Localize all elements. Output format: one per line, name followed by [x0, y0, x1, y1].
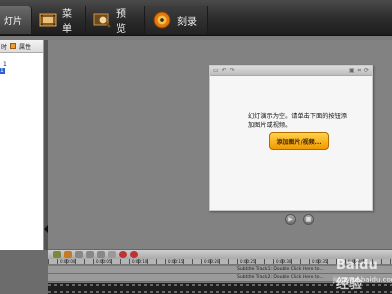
ruler-label: 0:00:15 [168, 259, 184, 264]
tab-burn[interactable]: 刻录 [146, 6, 208, 34]
film-menu-icon [39, 11, 57, 29]
time-column-label: 时 [1, 43, 8, 51]
add-media-button[interactable]: 添加图片/视频... [269, 132, 329, 150]
fit-icon[interactable] [108, 251, 116, 258]
play-button[interactable]: ▶ [285, 214, 296, 225]
ruler-label: 0:00:00 [60, 259, 76, 264]
baidu-logo: Baidu 经验 [336, 258, 378, 292]
baidu-watermark: Baidu 经验 jingyan.baidu.com [328, 258, 392, 294]
ruler-label: 0:00:35 [312, 259, 328, 264]
subtitle-track-2-label: Subtitle Track2: Double Click Here to... [237, 275, 324, 280]
zoom-out-icon[interactable] [130, 251, 138, 258]
stop-icon: ■ [305, 216, 312, 223]
image-icon[interactable]: ▣ [349, 67, 355, 75]
property-column-label: 属性 [19, 43, 32, 51]
ruler-label: 0:00:05 [96, 259, 112, 264]
left-panel: 时 属性 1 1 [0, 40, 44, 250]
slide-tree: 1 1 [0, 53, 43, 74]
tree-item-selected[interactable]: 1 [0, 68, 5, 74]
tab-preview-label: 预览 [116, 9, 126, 35]
stop-button[interactable]: ■ [303, 214, 314, 225]
edit-icon[interactable] [86, 251, 94, 258]
empty-slideshow-message: 幻灯演示为空。请单击下面的按钮添加图片或视频。 [248, 113, 347, 129]
frame-icon[interactable]: ▭ [213, 67, 219, 74]
transition-icon[interactable] [64, 251, 72, 258]
crop-icon[interactable]: ⌗ [358, 67, 361, 75]
zoom-in-icon[interactable] [119, 251, 127, 258]
disc-burn-icon [152, 11, 172, 29]
preview-titlebar: ▭ ↶ ↷ ▣ ⌗ ⟳ [210, 66, 372, 76]
cut-icon[interactable] [75, 251, 83, 258]
subtitle-track-1-label: Subtitle Track1: Double Click Here to... [237, 267, 324, 272]
tab-preview[interactable]: 预览 [87, 6, 145, 35]
rotate-icon[interactable]: ⟳ [364, 67, 369, 75]
ruler-label: 0:00:30 [276, 259, 292, 264]
baidu-url: jingyan.baidu.com [333, 276, 392, 284]
property-checkbox[interactable] [10, 43, 17, 49]
left-panel-header: 时 属性 [0, 40, 43, 53]
tab-slideshow[interactable]: 灯片 [0, 6, 32, 34]
ruler-label: 0:00:25 [240, 259, 256, 264]
preview-window: ▭ ↶ ↷ ▣ ⌗ ⟳ 幻灯演示为空。请单击下面的按钮添加图片或视频。 添加图片… [209, 65, 373, 211]
tab-menu-label: 菜单 [62, 9, 72, 35]
top-toolbar: 灯片 菜单 预览 刻录 [0, 0, 392, 36]
tab-burn-label: 刻录 [177, 16, 197, 28]
tree-item[interactable]: 1 [0, 62, 43, 68]
trash-icon[interactable] [97, 251, 105, 258]
tab-slideshow-label: 灯片 [4, 16, 23, 27]
music-icon[interactable] [53, 251, 61, 258]
tab-menu[interactable]: 菜单 [33, 6, 86, 35]
ruler-label: 0:00:10 [132, 259, 148, 264]
ruler-label: 0:00:20 [204, 259, 220, 264]
magnifier-preview-icon [93, 11, 111, 29]
play-icon: ▶ [288, 216, 293, 223]
left-bottom-area [0, 250, 48, 294]
redo-icon[interactable]: ↷ [230, 67, 235, 74]
undo-icon[interactable]: ↶ [222, 67, 227, 74]
